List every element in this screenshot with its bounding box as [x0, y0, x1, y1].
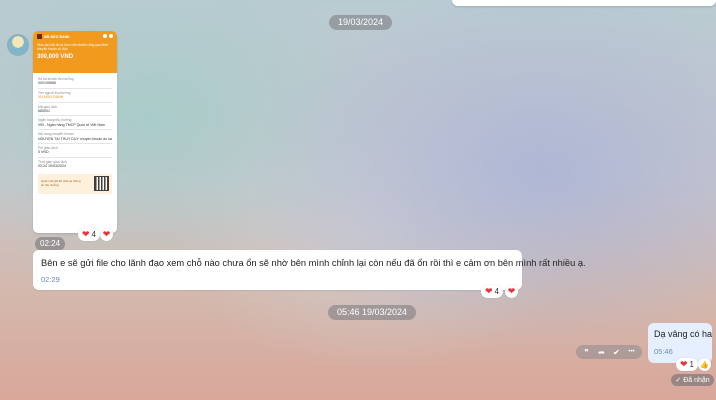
heart-icon: ❤	[485, 286, 493, 296]
heart-icon: ❤	[507, 286, 516, 296]
receipt-image-message[interactable]: MB NEO BANK Giao dịch đã được thực hiện …	[33, 31, 117, 233]
receipt-field-value: VU NGO DANH	[38, 95, 64, 100]
message-action-bar: ❞ ➦ ✔ •••	[576, 345, 642, 359]
receipt-header-icons	[101, 34, 113, 39]
qr-code-icon	[94, 176, 109, 192]
text-reaction-summary[interactable]: ❤ 4	[481, 285, 503, 298]
message-text: Bên e sẽ gửi file cho lãnh đạo xem chỗ n…	[41, 258, 586, 268]
receipt-field-value: NGUYEN TAI THUY DUY chuyen khoan do sa	[38, 136, 112, 141]
receipt-description: Giao dịch đã được thực hiện thành công q…	[37, 43, 109, 51]
top-panel-edge	[452, 0, 716, 6]
date-separator-text: 05:46 19/03/2024	[337, 307, 408, 317]
receipt-amount: 300,000 VND	[37, 54, 74, 60]
bank-logo: MB NEO BANK	[37, 34, 70, 39]
image-reaction-summary[interactable]: ❤ 4	[78, 228, 100, 241]
message-text: Dạ vâng có ha	[654, 329, 713, 339]
received-text: Đã nhận	[683, 376, 710, 384]
image-message-time: 02:24	[35, 237, 66, 251]
receipt-field-value: 0 VND	[38, 150, 49, 155]
receipt-field: Ngân hàng thụ hưởng VIB - Ngân hàng TMCP…	[38, 116, 112, 131]
bank-name: MB NEO BANK	[44, 34, 70, 39]
check-icon[interactable]: ✔	[611, 348, 623, 357]
more-icon[interactable]: •••	[626, 349, 638, 355]
outgoing-reply-message[interactable]: Dạ vâng có ha 05:46	[648, 323, 712, 363]
date-separator-second: 05:46 19/03/2024	[328, 305, 417, 320]
reaction-count: 4	[91, 230, 96, 239]
receipt-field-value: 000109686	[38, 81, 56, 86]
reply-reaction-summary[interactable]: ❤ 1	[676, 358, 698, 371]
message-time: 05:46	[654, 347, 673, 356]
quote-icon[interactable]: ❞	[581, 348, 593, 357]
receipt-field: Tên người thụ hưởng VU NGO DANH	[38, 89, 112, 103]
reaction-count: 4	[494, 287, 499, 296]
receipt-field: Phí giao dịch 0 VND	[38, 144, 112, 158]
receipt-header: MB NEO BANK Giao dịch đã được thực hiện …	[33, 31, 117, 73]
receipt-field: Nội dung chuyển khoản NGUYEN TAI THUY DU…	[38, 130, 112, 145]
receipt-qr-section: Quét mã QR để chia sẻ thông tin thụ hưởn…	[38, 173, 112, 194]
date-separator: 19/03/2024	[329, 15, 393, 30]
double-check-icon: ✓	[675, 377, 682, 384]
heart-icon: ❤	[102, 229, 111, 239]
receipt-body: Số tài khoản thụ hưởng 000109686 Tên ngư…	[33, 73, 117, 196]
sender-avatar[interactable]	[7, 34, 29, 56]
text-react-button[interactable]: ❤	[505, 285, 518, 298]
receipt-field: Số tài khoản thụ hưởng 000109686	[38, 75, 112, 89]
receipt-field-value: 685001	[38, 109, 50, 114]
forward-icon[interactable]: ➦	[596, 348, 608, 357]
date-separator-text: 19/03/2024	[338, 17, 384, 27]
reaction-count: 1	[689, 360, 694, 369]
receipt-field-value: VIB - Ngân hàng TMCP Quốc tế Việt Nam	[38, 122, 105, 127]
message-time: 02:29	[41, 275, 60, 284]
receipt-field: Mã giao dịch 685001	[38, 103, 112, 117]
receipt-field: Thời gian giao dịch 02:24 19/03/2024	[38, 158, 112, 171]
heart-icon: ❤	[680, 359, 688, 369]
receipt-field-value: 02:24 19/03/2024	[38, 164, 66, 169]
image-react-button[interactable]: ❤	[100, 228, 113, 241]
heart-icon: ❤	[82, 229, 90, 239]
time-text: 02:24	[40, 239, 61, 248]
incoming-text-message[interactable]: Bên e sẽ gửi file cho lãnh đạo xem chỗ n…	[33, 250, 586, 290]
like-icon: 👍	[700, 361, 709, 369]
received-status: ✓ Đã nhận	[671, 374, 714, 386]
reply-like-button[interactable]: 👍	[698, 358, 711, 371]
qr-note: Quét mã QR để chia sẻ thông tin thụ hưởn…	[41, 179, 81, 187]
